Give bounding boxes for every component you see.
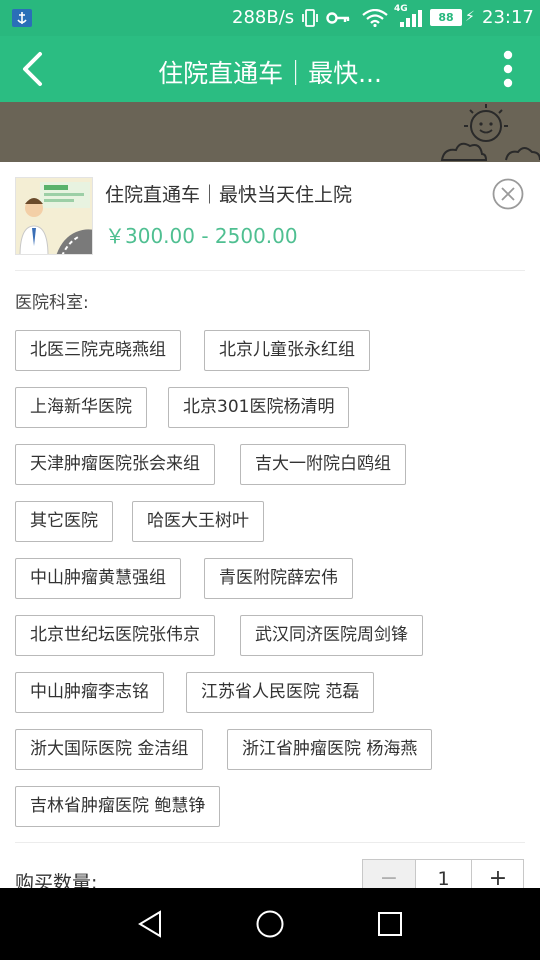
battery-level: 88 xyxy=(432,11,460,24)
status-bar: 288B/s 4G 88 ⚡ 23:17 xyxy=(0,0,540,36)
nav-recents-icon[interactable] xyxy=(372,906,408,942)
option-chip[interactable]: 北医三院克晓燕组 xyxy=(15,330,181,371)
option-chip[interactable]: 天津肿瘤医院张会来组 xyxy=(15,444,215,485)
signal-icon xyxy=(400,10,422,27)
option-group-label: 医院科室: xyxy=(15,293,89,313)
option-chip[interactable]: 北京世纪坛医院张伟京 xyxy=(15,615,215,656)
option-chip[interactable]: 其它医院 xyxy=(15,501,113,542)
app-bar: 住院直通车｜最快... xyxy=(0,36,540,102)
product-title: 住院直通车｜最快当天住上院 xyxy=(105,184,353,206)
option-chip[interactable]: 上海新华医院 xyxy=(15,387,147,428)
sun-cloud-illustration xyxy=(440,104,540,161)
app-notification-icon xyxy=(12,9,32,27)
increase-button[interactable]: + xyxy=(471,860,524,888)
clock: 23:17 xyxy=(482,7,534,28)
back-arrow-icon[interactable] xyxy=(16,50,50,88)
quantity-stepper: − 1 + xyxy=(362,859,524,888)
option-chip[interactable]: 中山肿瘤黄慧强组 xyxy=(15,558,181,599)
product-thumbnail xyxy=(15,177,93,255)
page-title: 住院直通车｜最快... xyxy=(158,59,382,88)
quantity-label: 购买数量: xyxy=(15,872,98,888)
option-chip[interactable]: 武汉同济医院周剑锋 xyxy=(240,615,423,656)
quantity-value[interactable]: 1 xyxy=(416,860,471,888)
option-chip[interactable]: 吉林省肿瘤医院 鲍慧铮 xyxy=(15,786,221,827)
option-chip[interactable]: 江苏省人民医院 范磊 xyxy=(186,672,375,713)
option-chip[interactable]: 北京儿童张永红组 xyxy=(204,330,370,371)
wifi-icon xyxy=(362,9,388,27)
option-chip[interactable]: 浙大国际医院 金洁组 xyxy=(15,729,204,770)
nav-back-icon[interactable] xyxy=(132,906,168,942)
decrease-button[interactable]: − xyxy=(363,860,416,888)
nav-home-icon[interactable] xyxy=(252,906,288,942)
doctor-thumbnail-icon xyxy=(16,178,92,254)
vibrate-icon xyxy=(302,9,318,27)
option-sheet: 住院直通车｜最快当天住上院 ￥300.00 - 2500.00 医院科室: 北医… xyxy=(0,162,540,888)
option-chip[interactable]: 吉大一附院白鸥组 xyxy=(240,444,406,485)
option-chip[interactable]: 哈医大王树叶 xyxy=(132,501,264,542)
option-chip[interactable]: 浙江省肿瘤医院 杨海燕 xyxy=(227,729,433,770)
option-chip[interactable]: 中山肿瘤李志铭 xyxy=(15,672,164,713)
more-vertical-icon[interactable] xyxy=(496,48,520,90)
product-price: ￥300.00 - 2500.00 xyxy=(105,224,298,248)
background-banner xyxy=(0,102,540,162)
option-chip[interactable]: 北京301医院杨清明 xyxy=(168,387,350,428)
system-nav-bar xyxy=(0,888,540,960)
key-icon xyxy=(326,12,350,24)
battery-icon: 88 xyxy=(430,9,462,26)
divider xyxy=(15,842,525,843)
charging-icon: ⚡ xyxy=(465,9,475,25)
close-icon[interactable] xyxy=(492,178,524,210)
divider xyxy=(15,270,525,271)
option-chip[interactable]: 青医附院薛宏伟 xyxy=(204,558,353,599)
network-speed: 288B/s xyxy=(232,7,295,28)
